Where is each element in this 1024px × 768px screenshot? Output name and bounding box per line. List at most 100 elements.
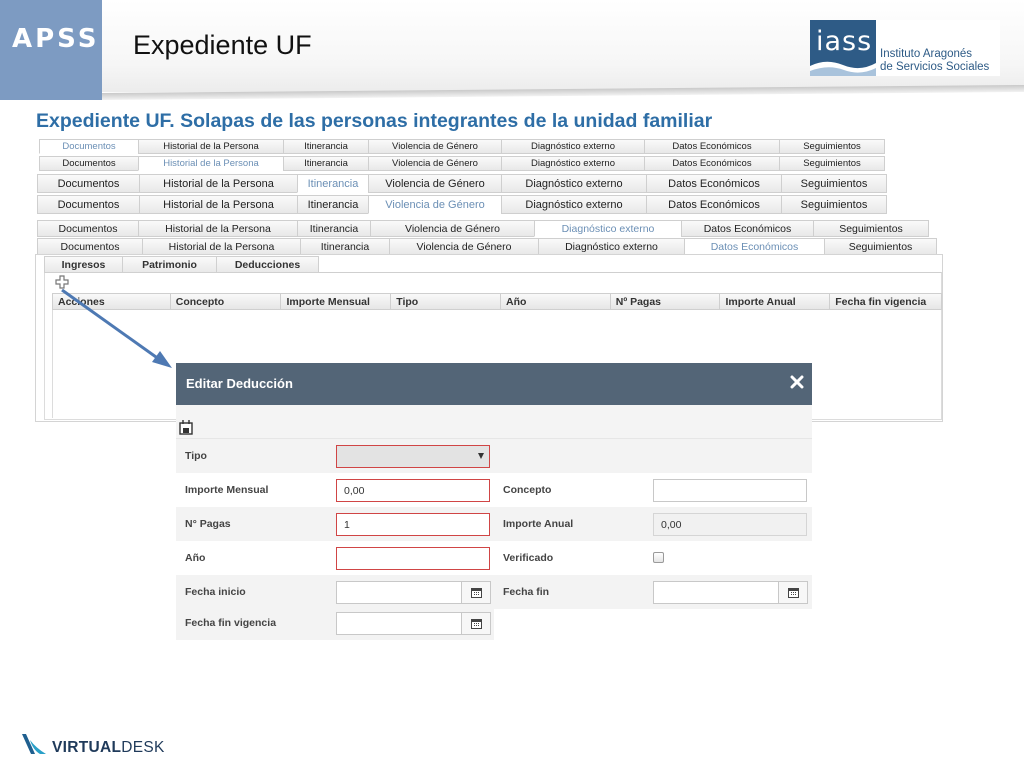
column-header-fecha-fin-vigencia[interactable]: Fecha fin vigencia <box>830 294 941 309</box>
tab-historial-de-la-persona[interactable]: Historial de la Persona <box>142 238 301 255</box>
tab-itinerancia[interactable]: Itinerancia <box>297 220 371 237</box>
tab-documentos[interactable]: Documentos <box>37 220 139 237</box>
anio-input[interactable] <box>336 547 490 570</box>
tab-documentos[interactable]: Documentos <box>37 195 140 214</box>
chevron-down-icon <box>478 453 484 459</box>
fecha-fin-input[interactable] <box>653 581 779 604</box>
subtab-deducciones[interactable]: Deducciones <box>216 256 319 273</box>
plus-icon[interactable] <box>52 274 72 290</box>
calendar-icon <box>470 619 482 629</box>
concepto-input[interactable] <box>653 479 807 502</box>
tab-documentos[interactable]: Documentos <box>39 156 139 171</box>
column-header-importe-mensual[interactable]: Importe Mensual <box>281 294 392 309</box>
tab-documentos[interactable]: Documentos <box>37 238 143 255</box>
virtualdesk-logo-text: VIRTUALDESK <box>52 739 165 757</box>
anio-label: Año <box>185 552 206 564</box>
verificado-label: Verificado <box>503 552 554 564</box>
tab-diagnostico-externo[interactable]: Diagnóstico externo <box>501 174 647 193</box>
tab-seguimientos[interactable]: Seguimientos <box>824 238 937 255</box>
tab-historial-de-la-persona[interactable]: Historial de la Persona <box>139 195 298 214</box>
tab-datos-economicos[interactable]: Datos Económicos <box>646 174 782 193</box>
fecha-inicio-input[interactable] <box>336 581 462 604</box>
tab-itinerancia[interactable]: Itinerancia <box>297 174 369 193</box>
tab-seguimientos[interactable]: Seguimientos <box>781 174 887 193</box>
tipo-select[interactable] <box>336 445 490 468</box>
tab-historial-de-la-persona[interactable]: Historial de la Persona <box>138 156 284 171</box>
calendar-icon <box>470 588 482 598</box>
tab-diagnostico-externo[interactable]: Diagnóstico externo <box>501 156 645 171</box>
tab-itinerancia[interactable]: Itinerancia <box>300 238 390 255</box>
form-row-anio: Año Verificado <box>176 541 812 575</box>
tab-itinerancia[interactable]: Itinerancia <box>283 139 369 154</box>
column-header-importe-anual[interactable]: Importe Anual <box>720 294 831 309</box>
tab-diagnostico-externo[interactable]: Diagnóstico externo <box>534 220 682 237</box>
tab-diagnostico-externo[interactable]: Diagnóstico externo <box>538 238 685 255</box>
tab-datos-economicos[interactable]: Datos Económicos <box>684 238 825 255</box>
tab-violencia-de-genero[interactable]: Violencia de Género <box>368 139 502 154</box>
save-icon[interactable] <box>179 419 193 435</box>
tab-datos-economicos[interactable]: Datos Económicos <box>646 195 782 214</box>
fecha-fin-vigencia-input[interactable] <box>336 612 462 635</box>
column-header-anio[interactable]: Año <box>501 294 611 309</box>
n-pagas-input[interactable]: 1 <box>336 513 490 536</box>
tab-row-6: Documentos Historial de la Persona Itinera… <box>37 238 937 255</box>
tab-datos-economicos[interactable]: Datos Económicos <box>644 139 780 154</box>
subtab-patrimonio[interactable]: Patrimonio <box>122 256 217 273</box>
tab-violencia-de-genero[interactable]: Violencia de Género <box>370 220 535 237</box>
sub-tab-row: Ingresos Patrimonio Deducciones <box>44 256 319 273</box>
form-row-n-pagas: N° Pagas 1 Importe Anual 0,00 <box>176 507 812 541</box>
concepto-label: Concepto <box>503 484 552 496</box>
tab-seguimientos[interactable]: Seguimientos <box>779 139 885 154</box>
tab-historial-de-la-persona[interactable]: Historial de la Persona <box>138 139 284 154</box>
tab-seguimientos[interactable]: Seguimientos <box>781 195 887 214</box>
tab-violencia-de-genero[interactable]: Violencia de Género <box>368 156 502 171</box>
editar-deduccion-dialog: Editar Deducción Tipo Importe Mensual 0,… <box>176 363 812 640</box>
tab-itinerancia[interactable]: Itinerancia <box>283 156 369 171</box>
form-row-fecha-fin-vigencia: Fecha fin vigencia <box>176 606 494 640</box>
tab-documentos[interactable]: Documentos <box>37 174 140 193</box>
subtab-ingresos[interactable]: Ingresos <box>44 256 123 273</box>
slide-title: Expediente UF <box>133 30 312 60</box>
tab-diagnostico-externo[interactable]: Diagnóstico externo <box>501 195 647 214</box>
tab-row-4: Documentos Historial de la Persona Itinera… <box>37 195 887 214</box>
fecha-inicio-calendar-button[interactable] <box>461 581 491 604</box>
importe-mensual-label: Importe Mensual <box>185 484 269 496</box>
tab-datos-economicos[interactable]: Datos Económicos <box>644 156 780 171</box>
deducciones-grid-header: Acciones Concepto Importe Mensual Tipo A… <box>52 293 942 310</box>
fecha-inicio-label: Fecha inicio <box>185 586 246 598</box>
form-row-fecha-inicio: Fecha inicio Fecha fin <box>176 575 812 609</box>
dialog-title: Editar Deducción <box>186 376 293 391</box>
dialog-toolbar <box>176 405 812 439</box>
tab-seguimientos[interactable]: Seguimientos <box>779 156 885 171</box>
apss-brand-tab: APSS <box>0 0 102 100</box>
slide-subtitle: Expediente UF. Solapas de las personas i… <box>36 110 713 132</box>
close-icon[interactable] <box>789 374 805 390</box>
importe-mensual-input[interactable]: 0,00 <box>336 479 490 502</box>
fecha-fin-vigencia-label: Fecha fin vigencia <box>185 617 277 629</box>
form-row-tipo: Tipo <box>176 439 812 473</box>
tab-diagnostico-externo[interactable]: Diagnóstico externo <box>501 139 645 154</box>
column-header-concepto[interactable]: Concepto <box>171 294 282 309</box>
verificado-checkbox[interactable] <box>653 552 664 563</box>
tipo-label: Tipo <box>185 450 207 462</box>
fecha-fin-calendar-button[interactable] <box>778 581 808 604</box>
column-header-tipo[interactable]: Tipo <box>391 294 501 309</box>
apss-brand-text: APSS <box>12 24 100 54</box>
tab-itinerancia[interactable]: Itinerancia <box>297 195 369 214</box>
tab-datos-economicos[interactable]: Datos Económicos <box>681 220 814 237</box>
tab-historial-de-la-persona[interactable]: Historial de la Persona <box>139 174 298 193</box>
tab-violencia-de-genero[interactable]: Violencia de Género <box>368 195 502 214</box>
n-pagas-label: N° Pagas <box>185 518 231 530</box>
tab-row-5: Documentos Historial de la Persona Itinera… <box>37 220 929 237</box>
column-header-n-pagas[interactable]: Nº Pagas <box>611 294 721 309</box>
fecha-fin-vigencia-calendar-button[interactable] <box>461 612 491 635</box>
importe-anual-input: 0,00 <box>653 513 807 536</box>
tab-violencia-de-genero[interactable]: Violencia de Género <box>389 238 539 255</box>
iass-name-line1: Instituto Aragonés <box>880 48 973 60</box>
tab-seguimientos[interactable]: Seguimientos <box>813 220 929 237</box>
column-header-acciones[interactable]: Acciones <box>53 294 171 309</box>
tab-violencia-de-genero[interactable]: Violencia de Género <box>368 174 502 193</box>
tab-documentos[interactable]: Documentos <box>39 139 139 154</box>
tab-historial-de-la-persona[interactable]: Historial de la Persona <box>138 220 298 237</box>
tab-row-2: Documentos Historial de la Persona Itinera… <box>39 156 885 171</box>
